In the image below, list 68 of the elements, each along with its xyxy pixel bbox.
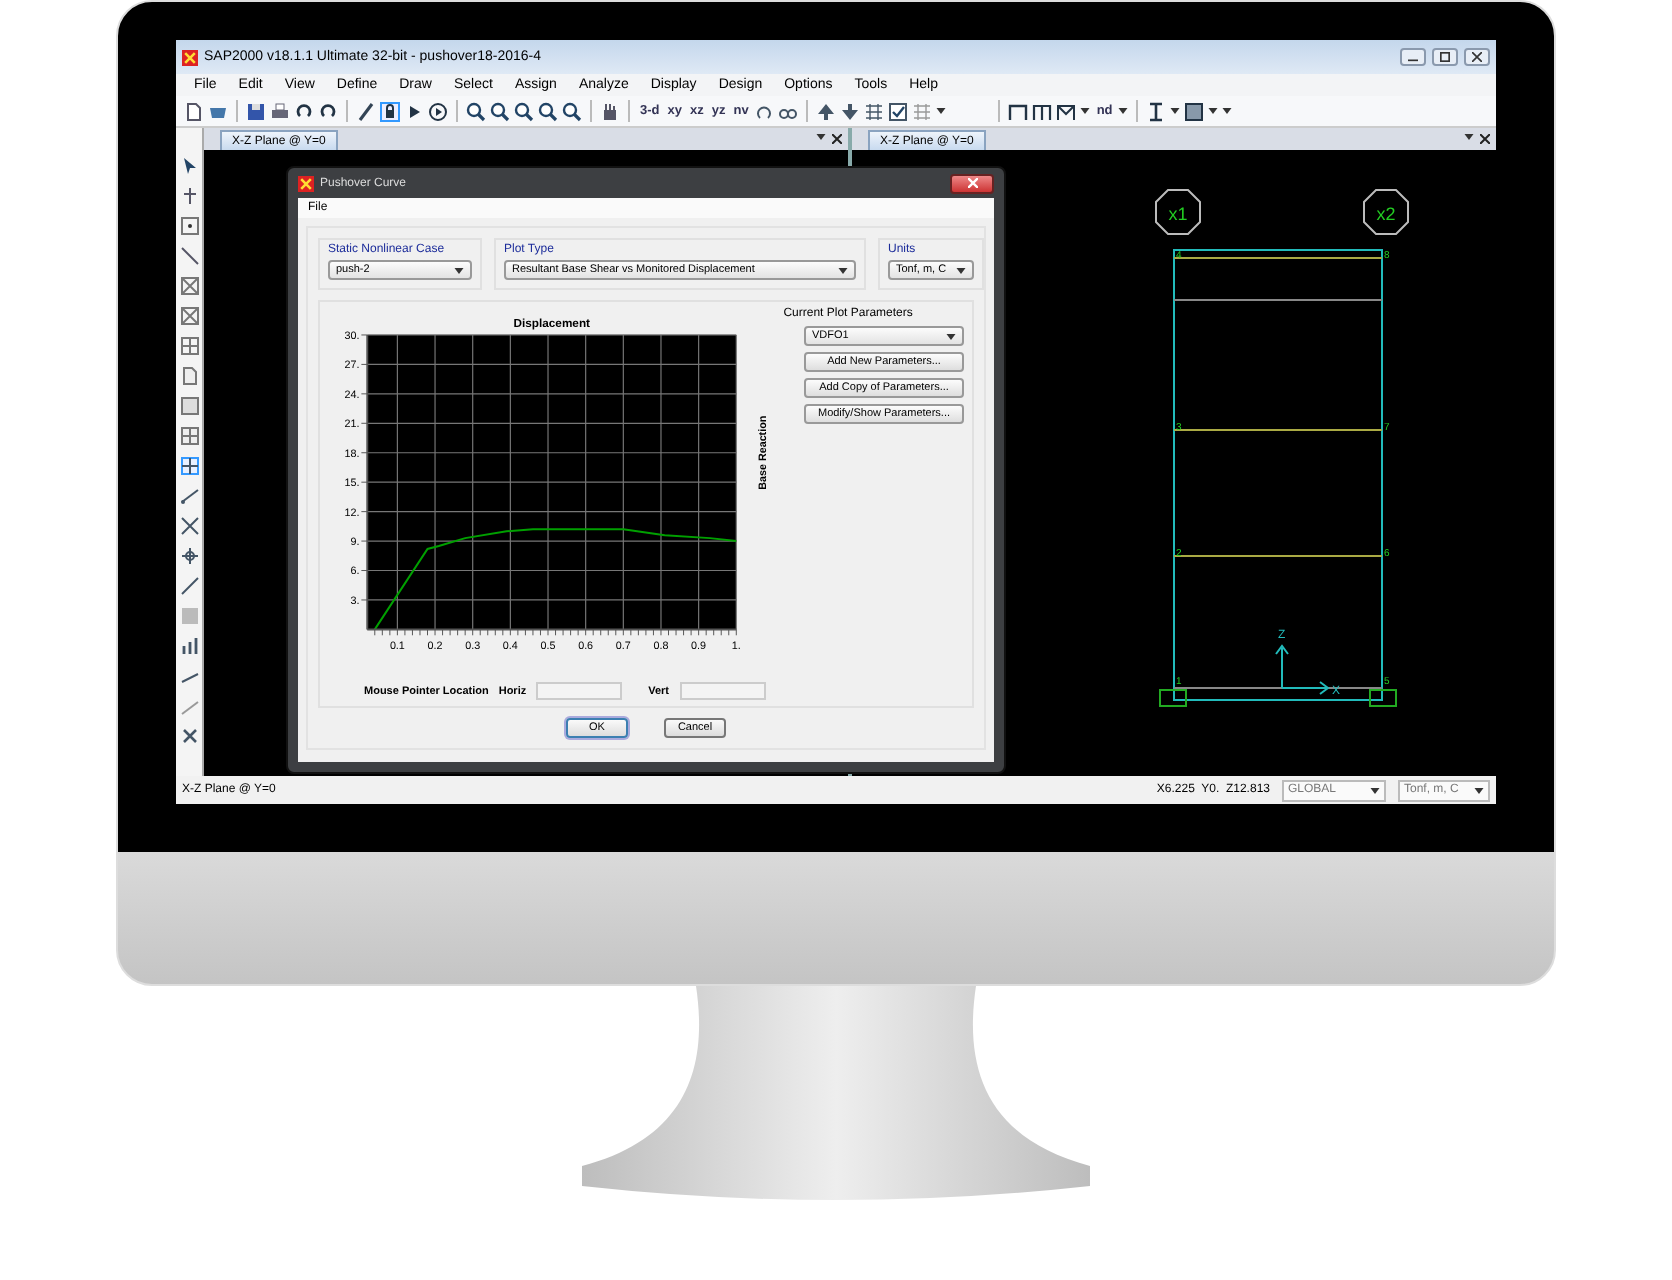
caret-icon (956, 267, 966, 273)
caret-icon (454, 267, 464, 273)
caret-icon (1474, 787, 1484, 793)
cross-box-icon[interactable] (179, 276, 199, 296)
save-icon[interactable] (246, 101, 266, 121)
arrow-up-icon[interactable] (816, 101, 837, 121)
pencil-icon[interactable] (356, 101, 376, 121)
caret-icon (838, 267, 848, 273)
grid-box-icon[interactable] (179, 426, 199, 446)
zoom-out-icon[interactable] (562, 101, 582, 121)
close-icon (967, 178, 977, 188)
caret-icon (936, 108, 947, 114)
close-icon[interactable] (1480, 134, 1490, 144)
arrow-down-icon[interactable] (840, 101, 861, 121)
line-icon[interactable] (179, 246, 199, 266)
slanted-line-icon[interactable] (179, 486, 199, 506)
zoom-icon[interactable] (466, 101, 486, 121)
close-button[interactable] (950, 173, 994, 193)
caret-icon (816, 134, 826, 140)
app-logo-icon (298, 175, 314, 191)
cross-icon[interactable] (179, 726, 199, 746)
print-icon[interactable] (270, 101, 290, 121)
truss-icon[interactable] (1056, 101, 1077, 121)
caret-icon (1170, 108, 1181, 114)
horiz-field[interactable] (536, 682, 623, 700)
caret-icon (1118, 108, 1129, 114)
undo-icon[interactable] (294, 101, 314, 121)
grid-bubble: x2 (1363, 189, 1409, 235)
app-logo-icon (182, 49, 198, 65)
point-icon[interactable] (179, 216, 199, 236)
close-icon[interactable] (832, 134, 842, 144)
close-button[interactable] (1464, 48, 1490, 66)
zoom-icon[interactable] (514, 101, 534, 121)
checkbox-icon[interactable] (888, 101, 909, 121)
grid-box-icon[interactable] (179, 336, 199, 356)
square-icon[interactable] (179, 396, 199, 416)
play-icon[interactable] (404, 101, 424, 121)
hand-icon[interactable] (600, 101, 620, 121)
slanted-line-icon[interactable] (179, 576, 199, 596)
grid-icon[interactable] (864, 101, 885, 121)
rotate-icon[interactable] (754, 101, 775, 121)
frame-icon[interactable] (1008, 101, 1029, 121)
cross-icon[interactable] (179, 516, 199, 536)
cross-box-icon[interactable] (179, 306, 199, 326)
page-icon[interactable] (179, 366, 199, 386)
bars-icon[interactable] (179, 636, 199, 656)
run-icon[interactable] (428, 101, 448, 121)
maximize-icon (1440, 52, 1450, 62)
zoom-in-icon[interactable] (538, 101, 558, 121)
caret-icon (1080, 108, 1091, 114)
section-icon[interactable] (1146, 101, 1167, 121)
new-file-icon[interactable] (184, 101, 204, 121)
grid-bubble: x1 (1155, 189, 1201, 235)
node-icon[interactable] (179, 186, 199, 206)
vert-field[interactable] (679, 682, 765, 700)
caret-icon (946, 333, 956, 339)
axis-triad-drawing (1275, 644, 1330, 695)
lock-icon[interactable] (380, 101, 400, 121)
caret-icon (1464, 134, 1474, 140)
redo-icon[interactable] (318, 101, 338, 121)
maximize-button[interactable] (1432, 48, 1458, 66)
zoom-icon[interactable] (490, 101, 510, 121)
frame-icon[interactable] (1032, 101, 1053, 121)
close-icon (1472, 52, 1482, 62)
pointer-icon[interactable] (179, 156, 199, 176)
panel-icon[interactable] (1184, 101, 1205, 121)
minimize-button[interactable] (1400, 48, 1426, 66)
caret-icon (1370, 787, 1380, 793)
